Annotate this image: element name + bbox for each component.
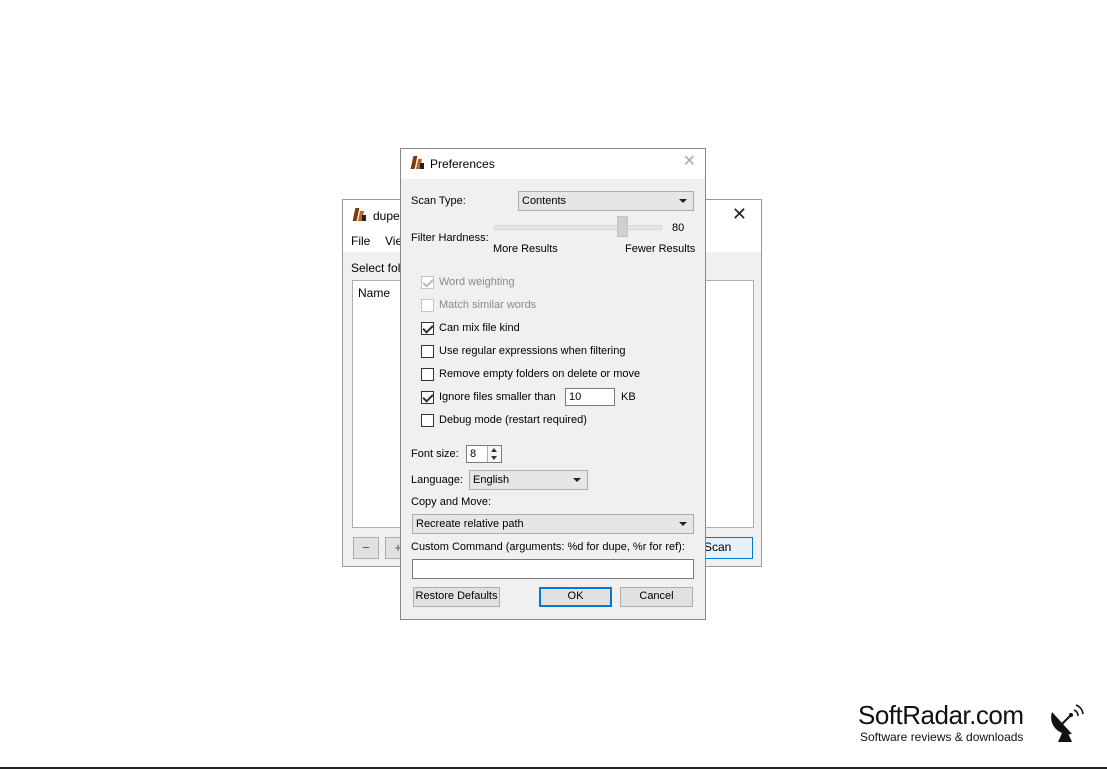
select-folders-label: Select fold <box>351 261 408 275</box>
ok-button[interactable]: OK <box>539 587 612 607</box>
app-logo-icon <box>352 208 367 222</box>
close-icon[interactable]: ✕ <box>732 205 747 223</box>
can-mix-file-kind-label: Can mix file kind <box>439 322 520 334</box>
ignore-small-files-label: Ignore files smaller than <box>439 391 556 403</box>
can-mix-file-kind-checkbox[interactable] <box>421 322 434 335</box>
main-window-title: dupe <box>373 209 400 223</box>
restore-defaults-button[interactable]: Restore Defaults <box>413 587 500 607</box>
filter-hardness-value: 80 <box>672 222 685 234</box>
dialog-title: Preferences <box>430 157 495 171</box>
font-size-value: 8 <box>470 448 477 460</box>
debug-mode-checkbox[interactable] <box>421 414 434 427</box>
satellite-dish-icon <box>1051 704 1084 742</box>
chevron-down-icon[interactable] <box>491 456 497 460</box>
debug-mode-label: Debug mode (restart required) <box>439 414 587 426</box>
chevron-down-icon <box>573 478 581 482</box>
chevron-down-icon <box>679 522 687 526</box>
match-similar-words-label: Match similar words <box>439 299 537 311</box>
ignore-size-value: 10 <box>569 391 582 403</box>
remove-empty-folders-checkbox[interactable] <box>421 368 434 381</box>
preferences-dialog: Preferences ✕ Scan Type: Contents Filter… <box>400 148 706 620</box>
scan-type-select[interactable]: Contents <box>518 191 694 211</box>
custom-command-label: Custom Command (arguments: %d for dupe, … <box>411 541 685 553</box>
remove-folder-button[interactable]: − <box>353 537 379 559</box>
filter-hardness-slider-track[interactable] <box>494 225 662 230</box>
match-similar-words-checkbox[interactable] <box>421 299 434 312</box>
chevron-up-icon[interactable] <box>491 448 497 452</box>
language-label: Language: <box>411 474 463 486</box>
language-value: English <box>473 474 510 486</box>
font-size-label: Font size: <box>411 448 459 460</box>
filter-hardness-label: Filter Hardness: <box>411 232 489 244</box>
font-size-stepper[interactable]: 8 <box>466 445 502 463</box>
cancel-button[interactable]: Cancel <box>620 587 693 607</box>
scan-type-label: Scan Type: <box>411 195 466 207</box>
menu-file[interactable]: File <box>351 234 370 248</box>
language-select[interactable]: English <box>469 470 588 490</box>
ignore-small-files-checkbox[interactable] <box>421 391 434 404</box>
scan-type-value: Contents <box>522 195 567 207</box>
column-header-name[interactable]: Name <box>358 286 390 300</box>
dialog-titlebar[interactable]: Preferences ✕ <box>401 149 705 179</box>
word-weighting-label: Word weighting <box>439 276 515 288</box>
word-weighting-checkbox[interactable] <box>421 276 434 289</box>
chevron-down-icon <box>679 199 687 203</box>
filter-hardness-slider-thumb[interactable] <box>617 216 628 237</box>
remove-empty-folders-label: Remove empty folders on delete or move <box>439 368 641 380</box>
use-regex-label: Use regular expressions when filtering <box>439 345 626 357</box>
custom-command-input[interactable] <box>412 559 694 579</box>
copy-move-value: Recreate relative path <box>416 518 524 530</box>
app-logo-icon <box>410 156 425 170</box>
use-regex-checkbox[interactable] <box>421 345 434 358</box>
ignore-size-unit: KB <box>621 391 636 403</box>
slider-min-label: More Results <box>493 243 558 255</box>
watermark-tagline: Software reviews & downloads <box>860 730 1024 744</box>
copy-move-label: Copy and Move: <box>411 496 492 508</box>
font-size-spin-buttons[interactable] <box>487 446 501 462</box>
copy-move-select[interactable]: Recreate relative path <box>412 514 694 534</box>
slider-max-label: Fewer Results <box>625 243 696 255</box>
close-icon[interactable]: ✕ <box>683 154 696 170</box>
ignore-size-input[interactable]: 10 <box>565 388 615 406</box>
watermark-logo-text: SoftRadar.com <box>858 700 1024 730</box>
